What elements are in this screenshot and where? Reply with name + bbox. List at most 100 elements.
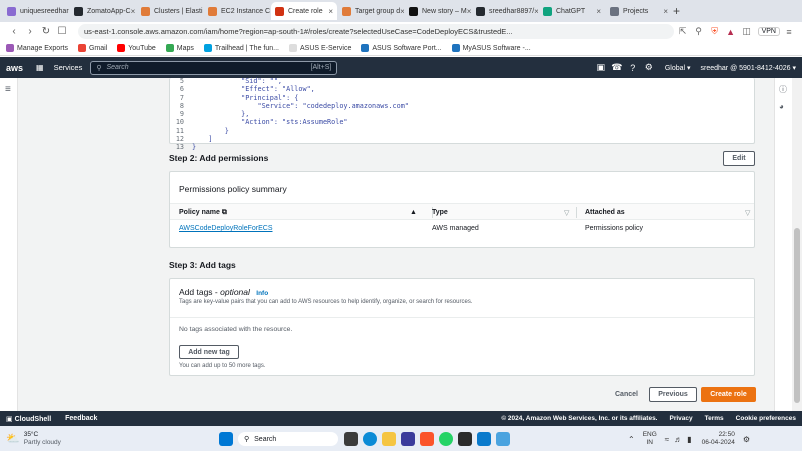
hamburger-icon[interactable]: ≡ [5,84,11,95]
browser-tab[interactable]: Clusters | Elasti× [137,2,203,20]
filter-type-icon[interactable]: ▽ [564,209,569,217]
feedback-panel-icon[interactable]: ◕ [779,102,784,111]
tab-close-icon[interactable]: × [203,7,204,16]
tray-overflow-icon[interactable]: ⌃ [628,435,635,444]
create-role-button[interactable]: Create role [701,387,756,402]
previous-button[interactable]: Previous [649,387,697,402]
browser-tab[interactable]: EC2 Instance C × [204,2,270,20]
reload-icon[interactable]: ↻ [38,26,54,37]
cancel-button[interactable]: Cancel [615,391,638,398]
add-new-tag-button[interactable]: Add new tag [179,345,239,359]
browser-tab[interactable]: uniquesreedhar× [3,2,69,20]
bookmark-item[interactable]: Maps [165,44,194,52]
volume-icon[interactable]: ♬ [674,435,682,444]
notifications-icon[interactable]: ⚙ [743,435,750,444]
browser-tab[interactable]: Create role × [271,2,337,20]
windows-start-icon[interactable] [219,432,233,446]
aws-top-nav: aws ▦ Services ⚲ Search [Alt+S] ▣ ☎ ? ⚙ … [0,57,802,78]
search-input[interactable]: ⚲ Search [Alt+S] [90,60,338,75]
zoom-icon[interactable]: ⚲ [692,26,706,37]
terms-link[interactable]: Terms [705,415,724,422]
notes-icon[interactable] [496,432,510,446]
settings-icon[interactable]: ⚙ [641,62,657,73]
forward-icon[interactable]: › [22,26,38,37]
vscode-icon[interactable] [477,432,491,446]
browser-tab[interactable]: Projects × [606,2,672,20]
tab-close-icon[interactable]: × [328,7,333,16]
tab-close-icon[interactable]: × [534,7,538,16]
col-type[interactable]: Type [432,209,448,216]
brave-icon[interactable] [420,432,434,446]
rewards-icon[interactable]: ▲ [724,27,738,37]
sidebar-icon[interactable]: ◫ [740,26,754,37]
cloudshell-link[interactable]: ▣ CloudShell [6,415,51,423]
new-tab-icon[interactable]: + [673,4,689,18]
browser-tab[interactable]: sreedhar8897/× [472,2,538,20]
browser-tab[interactable]: Target group d × [338,2,404,20]
feedback-link[interactable]: Feedback [65,415,97,422]
back-icon[interactable]: ‹ [6,26,22,37]
code-line: 8 "Service": "codedeploy.amazonaws.com" [170,102,409,110]
bookmark-item[interactable]: YouTube [117,44,156,52]
clock[interactable]: 22:50 06-04-2024 [702,431,735,447]
notifications-icon[interactable]: ☎ [609,62,625,73]
account-menu[interactable]: sreedhar @ 5901-8412-4026 ▾ [701,64,796,72]
bookmark-item[interactable]: Gmail [77,44,107,52]
tab-close-icon[interactable]: × [467,7,471,16]
bookmark-item[interactable]: MyASUS Software -... [451,44,531,52]
language-indicator[interactable]: ENG IN [643,431,657,447]
line-number: 12 [175,135,184,144]
browser-tab[interactable]: ChatGPT × [539,2,605,20]
whatsapp-icon[interactable] [439,432,453,446]
battery-icon[interactable]: ▮ [687,435,691,444]
code-lines: 5 "Sid": "", 6 "Effect": "Allow", 7 "Princ… [170,77,409,152]
bookmark-favicon-icon [117,44,126,52]
edge-icon[interactable] [363,432,377,446]
brave-shield-icon[interactable]: ⛨ [708,26,722,37]
bookmark-item[interactable]: ASUS E-Service [288,44,351,52]
task-view-icon[interactable] [344,432,358,446]
terminal-icon[interactable] [458,432,472,446]
bookmark-item[interactable]: Manage Exports [6,44,68,52]
browser-tab[interactable]: ZomatoApp-C × [70,2,136,20]
tab-title: uniquesreedhar [20,7,69,15]
tab-close-icon[interactable]: × [663,7,668,16]
bookmark-item[interactable]: Trailhead | The fun... [203,44,279,52]
tab-close-icon[interactable]: × [596,7,601,16]
taskbar-search[interactable]: ⚲ Search [238,432,338,446]
region-selector[interactable]: Global ▾ [665,64,691,72]
weather-widget[interactable]: 35°C Partly cloudy [24,431,61,447]
info-link[interactable]: Info [256,290,268,297]
vm-icon[interactable] [401,432,415,446]
help-panel-icon[interactable]: ⓘ [779,84,787,95]
sort-asc-icon[interactable]: ▲ [410,209,417,216]
cloudshell-icon[interactable]: ▣ [593,62,609,73]
bookmark-page-icon[interactable]: ☐ [54,26,70,37]
aws-logo[interactable]: aws [6,63,30,73]
share-icon[interactable]: ⇱ [676,26,690,37]
tab-close-icon[interactable]: × [400,7,404,16]
apps-grid-icon[interactable]: ▦ [36,63,44,72]
url-bar[interactable]: us-east-1.console.aws.amazon.com/iam/hom… [78,24,674,39]
filter-attached-icon[interactable]: ▽ [745,209,750,217]
bookmark-item[interactable]: ASUS Software Port... [361,44,442,52]
privacy-link[interactable]: Privacy [669,415,692,422]
help-icon[interactable]: ? [625,63,641,73]
menu-icon[interactable]: ≡ [782,27,796,37]
policy-link[interactable]: AWSCodeDeployRoleForECS [179,225,273,232]
scrollbar[interactable] [792,78,802,411]
wifi-icon[interactable]: ≈ [665,435,669,444]
browser-tab[interactable]: New story – M × [405,2,471,20]
edit-button[interactable]: Edit [723,151,755,166]
cloudshell-icon: ▣ [6,415,13,423]
services-menu[interactable]: Services [54,63,83,72]
col-attached-as[interactable]: Attached as [585,209,625,216]
vpn-button[interactable]: VPN [757,27,780,36]
file-explorer-icon[interactable] [382,432,396,446]
aws-footer: ▣ CloudShell Feedback © 2024, Amazon Web… [0,411,802,426]
cookie-preferences-link[interactable]: Cookie preferences [736,415,796,422]
col-policy-name[interactable]: Policy name ⧉ [179,209,227,217]
tab-close-icon[interactable]: × [131,7,136,16]
bookmark-favicon-icon [203,44,212,52]
scrollbar-thumb[interactable] [794,228,800,403]
